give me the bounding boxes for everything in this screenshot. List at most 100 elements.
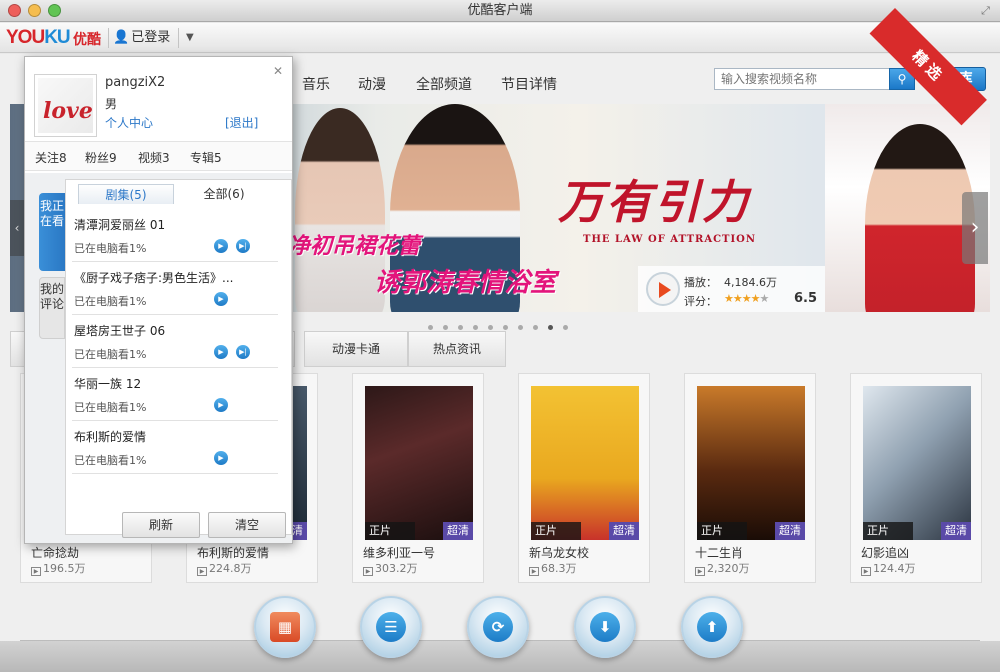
play-icon[interactable]: ▶ — [214, 398, 228, 412]
stat-following[interactable]: 关注8 — [35, 149, 67, 166]
logout-link[interactable]: [退出] — [225, 114, 258, 131]
history-title[interactable]: 屋塔房王世子 06 — [74, 322, 165, 339]
history-item[interactable]: 《厨子戏子痞子:男色生活》... 已在电脑看1% ▶ — [72, 261, 278, 315]
stat-fans[interactable]: 粉丝9 — [85, 149, 117, 166]
nav-item-all-channels[interactable]: 全部频道 — [416, 74, 472, 94]
full-movie-badge: 正片 — [531, 522, 581, 540]
user-icon: 👤 — [113, 30, 130, 45]
video-title[interactable]: 亡命捻劫 — [31, 544, 79, 561]
video-card[interactable]: 正片 超清 十二生肖 ▶ 2,320万 — [684, 373, 816, 583]
video-title[interactable]: 新乌龙女校 — [529, 544, 589, 561]
play-count-icon: ▶ — [695, 567, 705, 576]
banner-pager-dot[interactable] — [548, 325, 553, 330]
next-episode-icon[interactable]: ▶| — [236, 345, 250, 359]
stat-albums[interactable]: 专辑5 — [190, 149, 222, 166]
category-tab-anime[interactable]: 动漫卡通 — [304, 331, 408, 367]
video-title[interactable]: 布利斯的爱情 — [197, 544, 269, 561]
next-episode-icon[interactable]: ▶| — [236, 239, 250, 253]
logo-you: YOU — [6, 27, 45, 48]
download-button[interactable]: ⬇ — [574, 596, 636, 658]
history-item[interactable]: 布利斯的爱情 已在电脑看1% ▶ — [72, 420, 278, 474]
logo-ku: KU — [44, 27, 70, 48]
refresh-button[interactable]: 刷新 — [122, 512, 200, 538]
popup-body: 我正在看 我的评论 剧集(5) 全部(6) 清潭洞爱丽丝 01 已在电脑看1% ▶ ▶… — [25, 173, 292, 543]
avatar[interactable]: love — [34, 74, 97, 137]
sync-button[interactable]: ⟳ — [467, 596, 529, 658]
rating-stars-icon: ★★★★★ — [724, 292, 769, 305]
banner-pager-dot[interactable] — [488, 325, 493, 330]
download-icon: ⬇ — [590, 612, 620, 642]
video-title[interactable]: 幻影追凶 — [861, 544, 909, 561]
video-poster[interactable]: 正片 超清 — [365, 386, 473, 540]
watch-history-panel: 剧集(5) 全部(6) 清潭洞爱丽丝 01 已在电脑看1% ▶ ▶| 《厨子戏子痞子:男… — [65, 179, 292, 538]
full-movie-badge: 正片 — [697, 522, 747, 540]
film-icon: ▦ — [270, 612, 300, 642]
play-icon[interactable]: ▶ — [214, 239, 228, 253]
banner-play-info: 播放： 4,184.6万 评分： ★★★★★ 6.5 — [638, 266, 826, 312]
video-title[interactable]: 十二生肖 — [695, 544, 743, 561]
nav-item-anime[interactable]: 动漫 — [358, 74, 386, 94]
clear-button[interactable]: 清空 — [208, 512, 286, 538]
banner-prev-arrow-icon[interactable]: ‹ — [10, 200, 24, 256]
youku-logo[interactable]: YOUKU — [6, 27, 71, 48]
tab-my-comments[interactable]: 我的评论 — [39, 277, 65, 339]
history-item[interactable]: 华丽一族 12 已在电脑看1% ▶ — [72, 367, 278, 421]
close-window-button[interactable] — [8, 4, 21, 17]
rating-label: 评分： — [684, 295, 717, 308]
tab-now-watching[interactable]: 我正在看 — [39, 193, 65, 271]
history-item[interactable]: 清潭洞爱丽丝 01 已在电脑看1% ▶ ▶| — [72, 208, 278, 262]
video-poster[interactable]: 正片 超清 — [531, 386, 639, 540]
history-title[interactable]: 华丽一族 12 — [74, 375, 141, 392]
category-tab-news[interactable]: 热点资讯 — [408, 331, 506, 367]
video-plays: ▶ 303.2万 — [363, 560, 418, 576]
video-card[interactable]: 正片 超清 维多利亚一号 ▶ 303.2万 — [352, 373, 484, 583]
video-plays-value: 224.8万 — [209, 562, 252, 575]
banner-pager-dot[interactable] — [563, 325, 568, 330]
video-card[interactable]: 正片 超清 幻影追凶 ▶ 124.4万 — [850, 373, 982, 583]
play-icon[interactable]: ▶ — [214, 345, 228, 359]
video-card[interactable]: 正片 超清 新乌龙女校 ▶ 68.3万 — [518, 373, 650, 583]
banner-pager-dot[interactable] — [518, 325, 523, 330]
video-poster[interactable]: 正片 超清 — [863, 386, 971, 540]
play-count-icon: ▶ — [861, 567, 871, 576]
history-item[interactable]: 屋塔房王世子 06 已在电脑看1% ▶ ▶| — [72, 314, 278, 368]
playlist-button[interactable]: ☰ — [360, 596, 422, 658]
minimize-window-button[interactable] — [28, 4, 41, 17]
banner-pager-dot[interactable] — [458, 325, 463, 330]
hd-badge: 超清 — [775, 522, 805, 540]
banner-next-arrow-icon[interactable]: › — [962, 192, 988, 264]
banner-pager-dot[interactable] — [473, 325, 478, 330]
video-title[interactable]: 维多利亚一号 — [363, 544, 435, 561]
banner-pager-dot[interactable] — [428, 325, 433, 330]
banner-actress-figure — [295, 108, 385, 312]
banner-movie-subtitle: THE LAW OF ATTRACTION — [583, 234, 757, 245]
stat-videos[interactable]: 视频3 — [138, 149, 170, 166]
nav-item-music[interactable]: 音乐 — [302, 74, 330, 94]
personal-center-link[interactable]: 个人中心 — [105, 114, 153, 131]
close-icon[interactable]: ✕ — [273, 64, 283, 78]
subtab-series[interactable]: 剧集(5) — [78, 184, 174, 204]
nav-item-program-detail[interactable]: 节目详情 — [501, 74, 557, 94]
banner-movie-title: 万有引力 — [558, 175, 750, 229]
banner-pager-dot[interactable] — [533, 325, 538, 330]
play-icon[interactable] — [646, 272, 680, 306]
history-title[interactable]: 清潭洞爱丽丝 01 — [74, 216, 165, 233]
video-poster[interactable]: 正片 超清 — [697, 386, 805, 540]
rating-value: 6.5 — [794, 291, 818, 306]
history-title[interactable]: 《厨子戏子痞子:男色生活》... — [74, 269, 234, 286]
menu-dropdown-icon[interactable]: ▼ — [186, 31, 202, 45]
video-library-button[interactable]: ▦ — [254, 596, 316, 658]
history-title[interactable]: 布利斯的爱情 — [74, 428, 146, 445]
banner-pager-dot[interactable] — [503, 325, 508, 330]
user-menu-button[interactable]: 👤 已登录 — [108, 28, 180, 48]
zoom-window-button[interactable] — [48, 4, 61, 17]
play-icon[interactable]: ▶ — [214, 292, 228, 306]
fullscreen-icon[interactable]: ⤢ — [979, 4, 992, 17]
play-icon[interactable]: ▶ — [214, 451, 228, 465]
upload-button[interactable]: ⬆ — [681, 596, 743, 658]
banner-pager-dot[interactable] — [443, 325, 448, 330]
video-plays: ▶ 68.3万 — [529, 560, 577, 576]
toolbar: YOUKU 优酷 👤 已登录 ▼ — [0, 23, 1000, 53]
search-input[interactable] — [714, 68, 890, 90]
subtab-all[interactable]: 全部(6) — [176, 184, 272, 204]
